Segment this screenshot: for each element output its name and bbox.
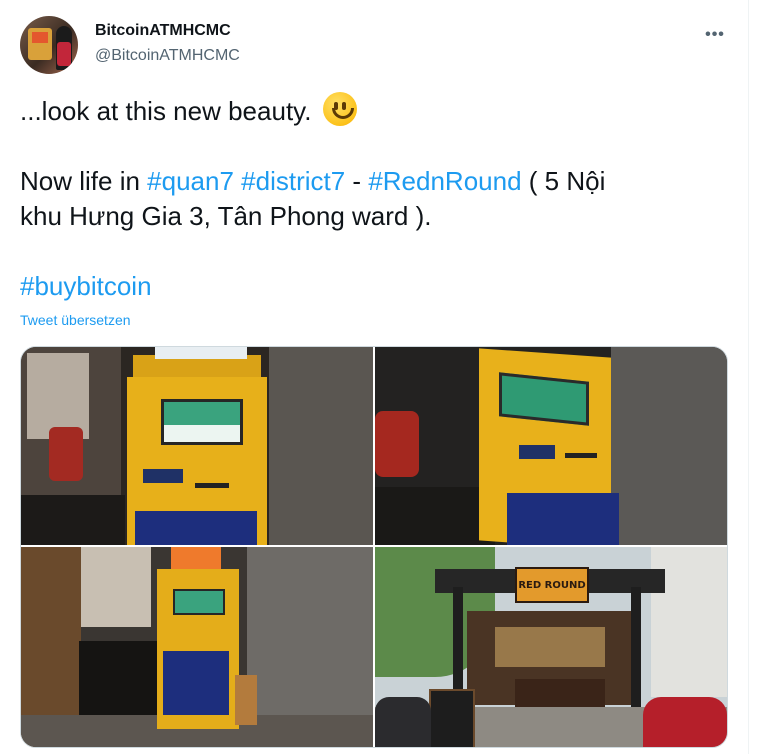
timeline-border bbox=[748, 0, 749, 754]
red-round-sign: RED ROUND bbox=[515, 567, 589, 603]
tweet-line-3: khu Hưng Gia 3, Tân Phong ward ). bbox=[20, 199, 730, 234]
hashtag-quan7-link[interactable]: #quan7 bbox=[147, 166, 234, 196]
tweet-text-dash: - bbox=[345, 166, 369, 196]
hashtag-district7-link[interactable]: #district7 bbox=[241, 166, 345, 196]
more-horizontal-icon: ••• bbox=[705, 26, 725, 43]
photo-3-atm-bitcoin-sign[interactable] bbox=[21, 547, 373, 747]
avatar-dress bbox=[57, 42, 71, 66]
avatar[interactable] bbox=[20, 16, 78, 74]
red-round-sign-text: RED ROUND bbox=[518, 579, 586, 591]
photo-1-atm-front[interactable] bbox=[21, 347, 373, 545]
author-handle[interactable]: @BitcoinATMHCMC bbox=[95, 47, 240, 65]
tweet-text-line3: khu Hưng Gia 3, Tân Phong ward ). bbox=[20, 201, 432, 231]
tweet-text-line2-suffix: ( 5 Nội bbox=[521, 166, 606, 196]
media-grid: RED ROUND bbox=[20, 346, 728, 748]
tweet-body: ...look at this new beauty. Now life in … bbox=[20, 92, 730, 304]
tweet-header: BitcoinATMHCMC @BitcoinATMHCMC ••• bbox=[18, 14, 740, 76]
translate-tweet-link[interactable]: Tweet übersetzen bbox=[20, 312, 131, 328]
slightly-smiling-face-emoji bbox=[322, 92, 357, 126]
photo-4-red-round-cafe[interactable]: RED ROUND bbox=[375, 547, 727, 747]
tweet-text-line2-prefix: Now life in bbox=[20, 166, 148, 196]
tweet-blank-line-2 bbox=[20, 234, 730, 269]
photo-2-atm-angled[interactable] bbox=[375, 347, 727, 545]
more-options-button[interactable]: ••• bbox=[698, 18, 732, 52]
tweet-text-line1: ...look at this new beauty. bbox=[20, 96, 312, 126]
tweet-line-1: ...look at this new beauty. bbox=[20, 92, 730, 129]
tweet-line-4: #buybitcoin bbox=[20, 269, 730, 304]
avatar-atm-screen bbox=[32, 32, 48, 43]
author-display-name[interactable]: BitcoinATMHCMC bbox=[95, 22, 231, 40]
tweet-line-2: Now life in #quan7 #district7 - #RednRou… bbox=[20, 164, 730, 199]
bitcoin-logo-icon bbox=[171, 547, 221, 569]
hashtag-rednround-link[interactable]: #RednRound bbox=[368, 166, 521, 196]
hashtag-buybitcoin-link[interactable]: #buybitcoin bbox=[20, 271, 152, 301]
